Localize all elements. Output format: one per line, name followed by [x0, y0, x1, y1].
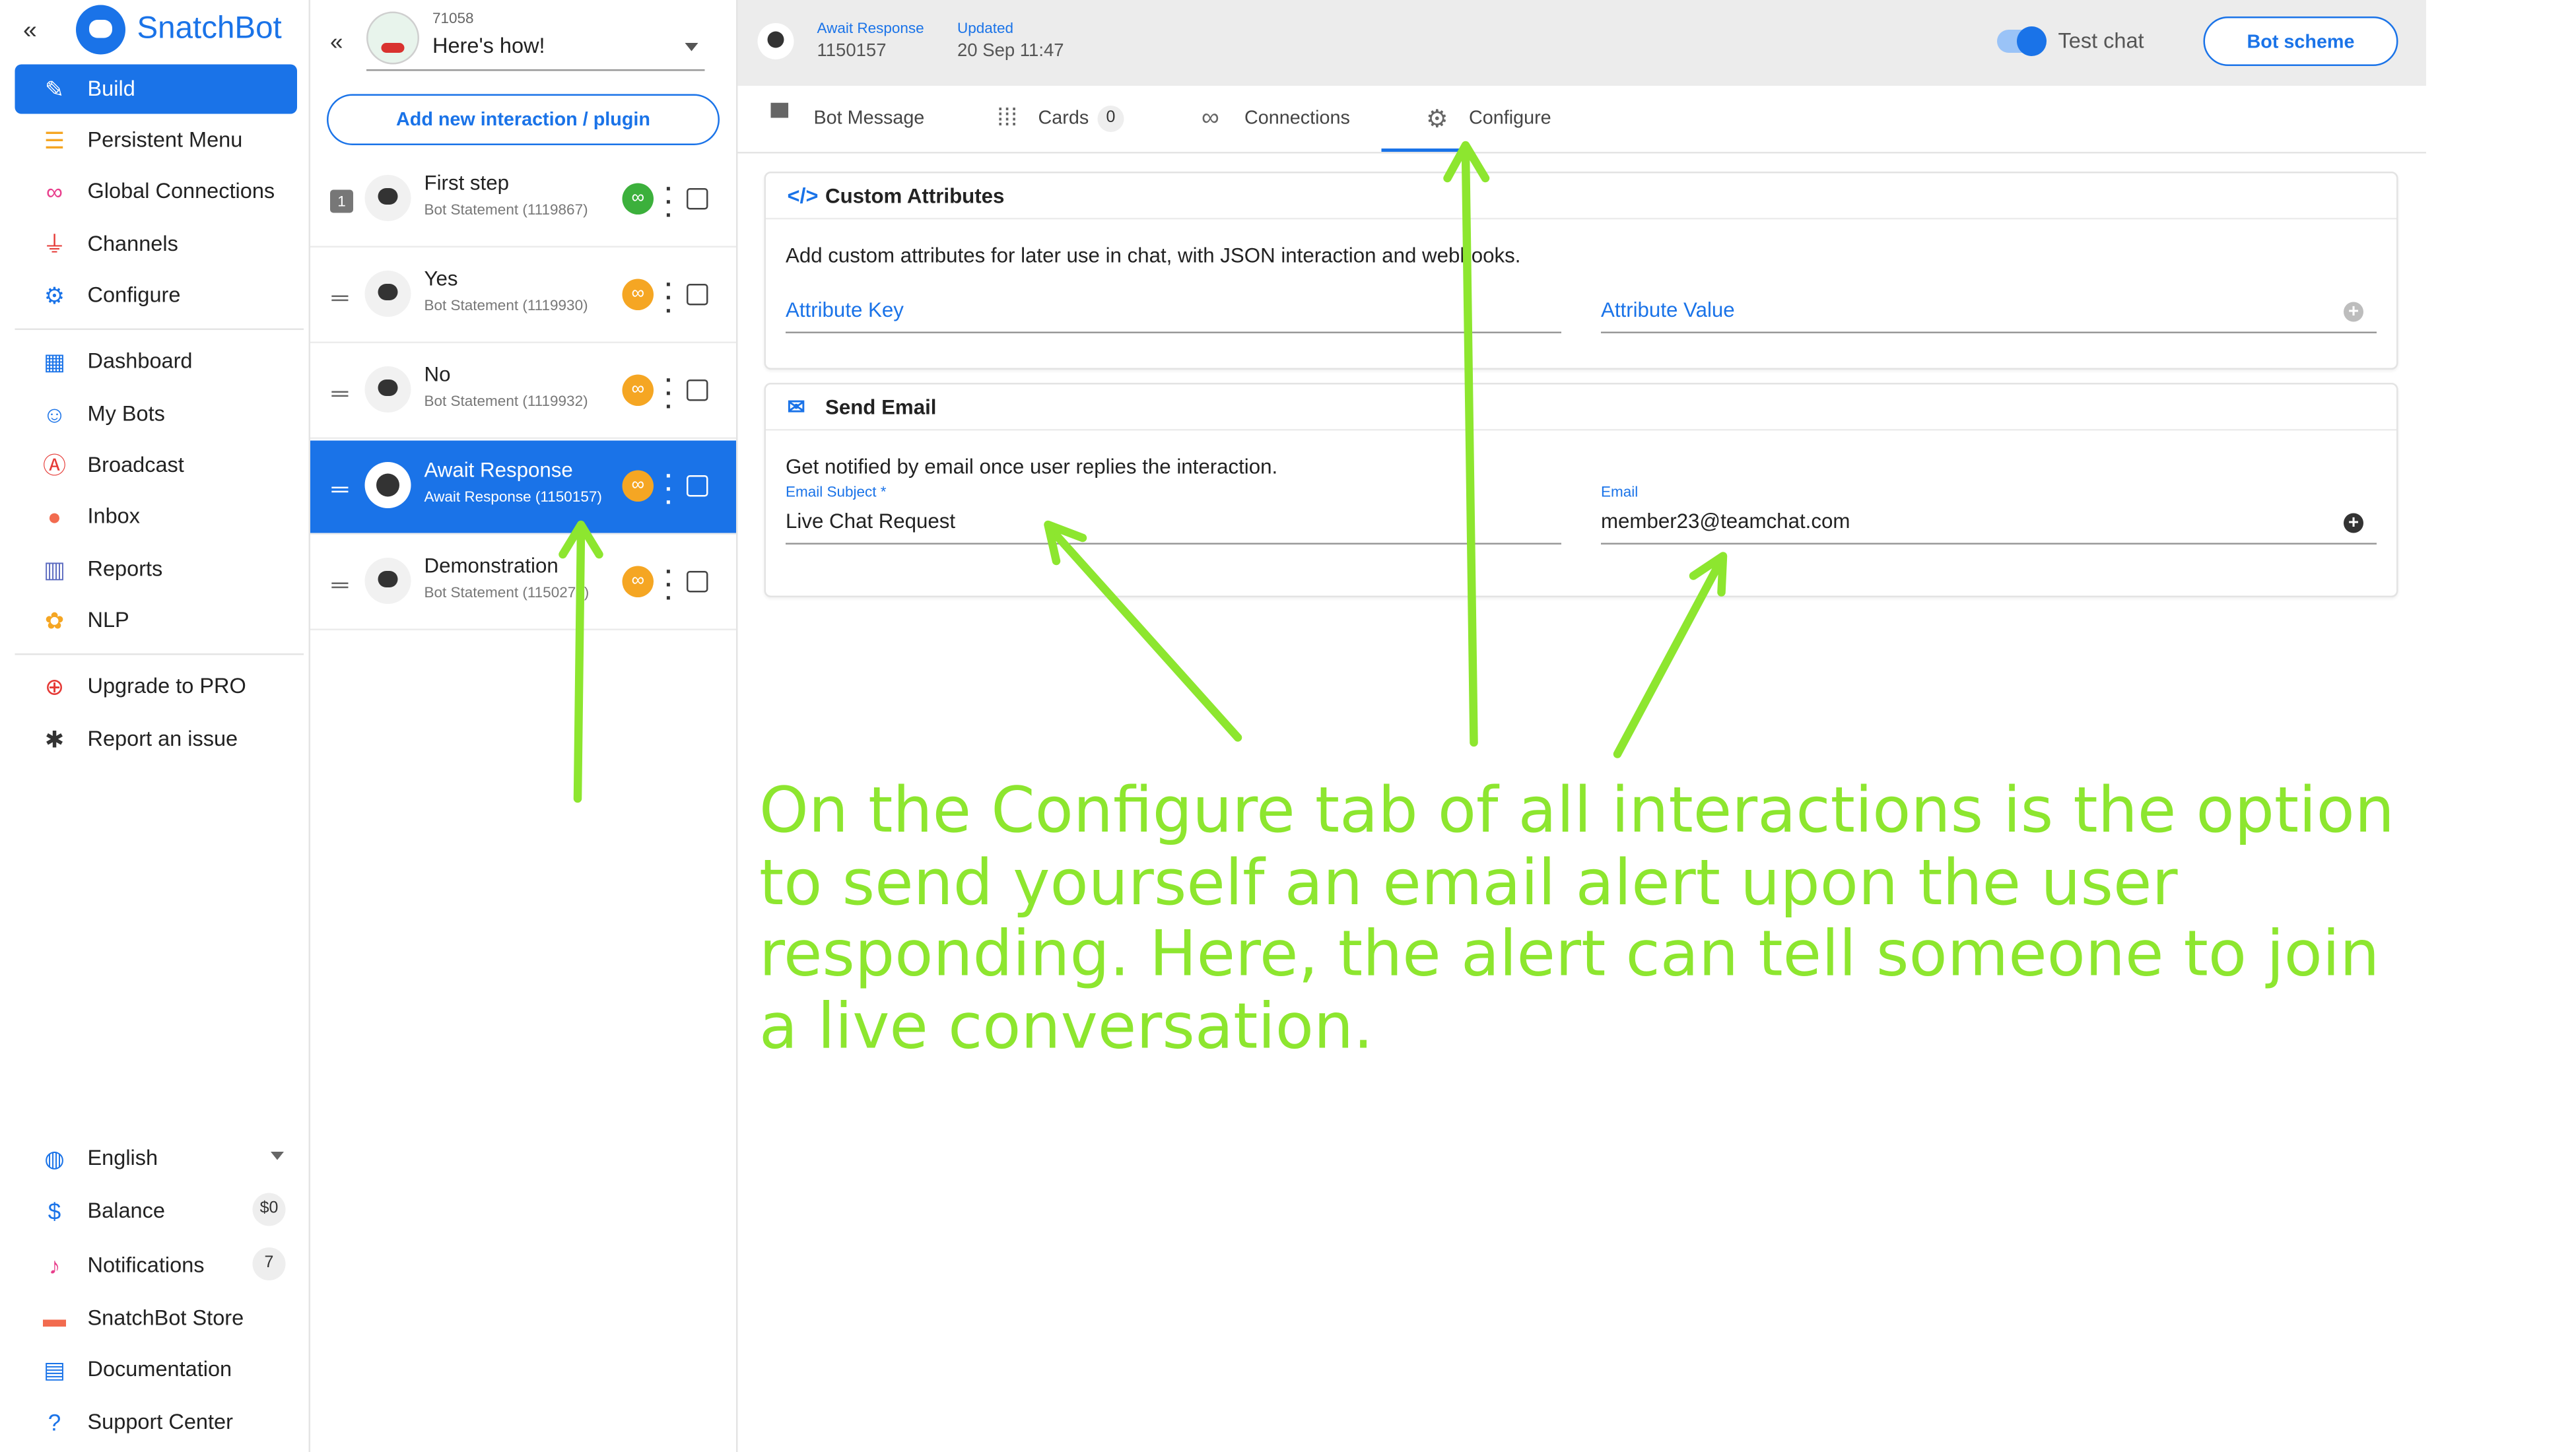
- arrow-to-interaction: [573, 527, 586, 803]
- arrow-to-configure-tab: [1461, 147, 1478, 747]
- arrow-to-email: [1613, 558, 1724, 758]
- annotation-text: On the Configure tab of all interactions…: [759, 774, 2394, 1062]
- arrow-to-subject: [1047, 525, 1242, 742]
- annotation-arrows: [559, 141, 1728, 803]
